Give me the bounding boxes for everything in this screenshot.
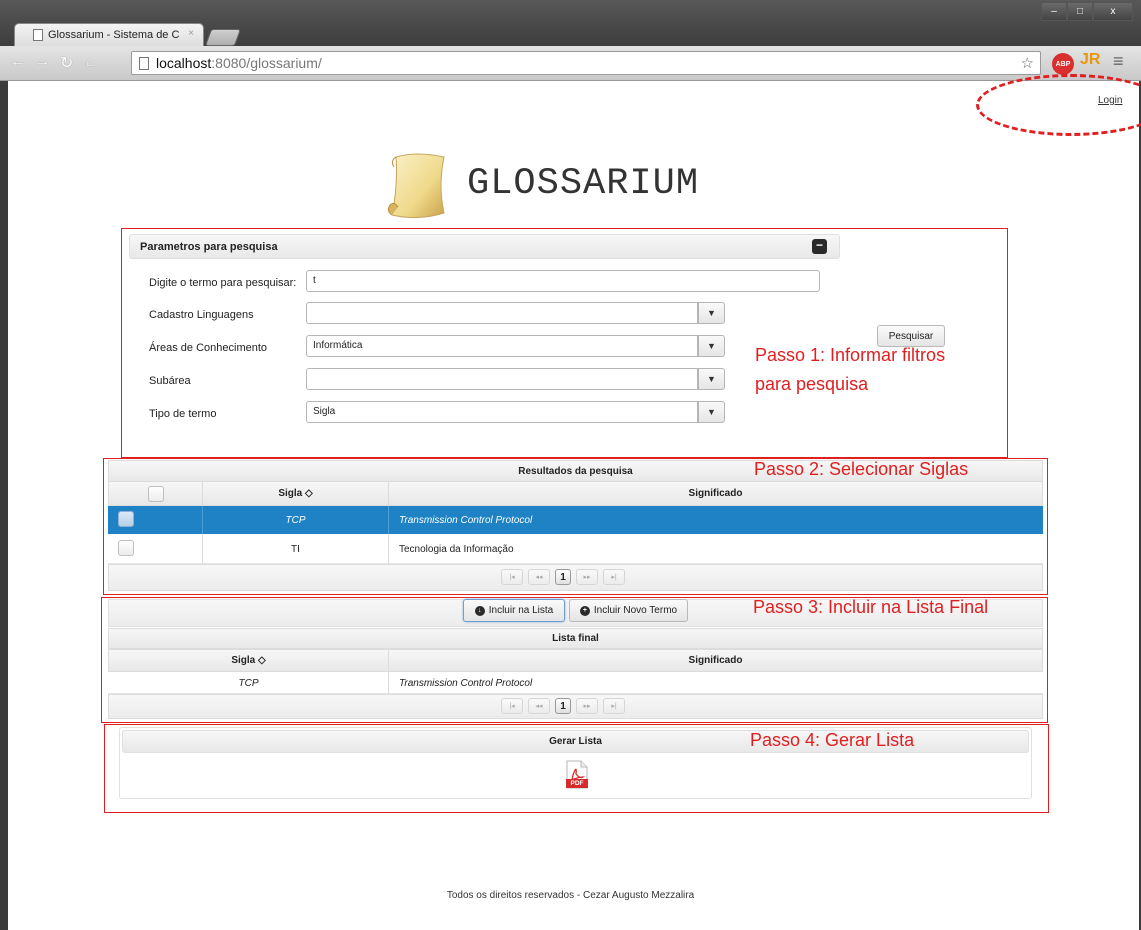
languages-label: Cadastro Linguagens [149,309,254,321]
row-checkbox[interactable] [118,540,134,556]
collapse-panel-icon[interactable]: − [812,239,827,254]
current-page-button[interactable]: 1 [555,698,571,714]
address-bar[interactable]: localhost:8080/glossarium/ ☆ [131,51,1041,75]
chevron-down-icon[interactable]: ▼ [698,401,725,423]
minimize-button[interactable]: – [1041,2,1067,21]
chevron-down-icon[interactable]: ▼ [698,368,725,390]
current-page-button[interactable]: 1 [555,569,571,585]
prev-page-button[interactable]: ◂◂ [528,698,550,714]
sigla-column-header[interactable]: Sigla ◇ [202,481,389,506]
final-list-title: Lista final [552,633,599,644]
final-significado-column-header: Significado [388,649,1043,672]
window-frame-left [0,81,8,930]
reload-icon[interactable]: ↻ [60,53,73,73]
significado-column-header: Significado [388,481,1043,506]
final-row-sigla: TCP [238,677,259,689]
select-all-column [108,481,203,506]
step1-annotation: Passo 1: Informar filtros [755,345,946,365]
select-all-checkbox[interactable] [147,485,164,502]
step1-annotation-line2: para pesquisa [755,374,869,394]
tab-title: Glossarium - Sistema de C [48,29,180,41]
results-title: Resultados da pesquisa [518,465,633,477]
browser-tab[interactable]: Glossarium - Sistema de C × [14,23,204,47]
results-pager: |◂ ◂◂ 1 ▸▸ ▸| [501,569,625,585]
new-tab-button[interactable] [204,29,242,46]
app-title: GLOSSARIUM [467,163,700,205]
term-type-label: Tipo de termo [149,408,217,420]
plus-circle-icon: + [579,605,590,616]
browser-toolbar: ← → ↻ ⌂ localhost:8080/glossarium/ ☆ [0,46,1141,81]
home-icon[interactable]: ⌂ [86,53,94,69]
search-button[interactable]: Pesquisar [877,325,945,347]
adblock-extension-icon[interactable]: ABP [1052,53,1074,75]
forward-icon[interactable]: → [34,53,50,71]
footer-copyright: Todos os direitos reservados - Cezar Aug… [446,890,695,901]
url-host: localhost [156,55,212,71]
url-path: :8080/glossarium/ [211,55,322,71]
browser-chrome: Glossarium - Sistema de C × – □ x ← → ↻ … [0,0,1141,81]
window-controls: – □ x [1041,2,1133,21]
term-input[interactable]: t [306,270,820,292]
final-list-pager: |◂ ◂◂ 1 ▸▸ ▸| [501,698,625,714]
first-page-button[interactable]: |◂ [501,569,523,585]
row-checkbox[interactable] [118,511,134,527]
back-icon[interactable]: ← [10,53,26,71]
scroll-logo-icon [387,153,445,219]
knowledge-area-label: Áreas de Conhecimento [149,342,268,354]
row-significado: Transmission Control Protocol [399,514,533,526]
jr-extension-icon[interactable]: JR [1080,51,1100,69]
pdf-label: PDF [570,780,584,787]
tab-close-icon[interactable]: × [188,28,194,39]
final-sigla-column-header[interactable]: Sigla ◇ [108,649,389,672]
search-panel-title: Parametros para pesquisa [140,241,278,253]
knowledge-area-select[interactable]: Informática [306,335,698,357]
subarea-select[interactable] [306,368,698,390]
bookmark-star-icon[interactable]: ☆ [1021,54,1034,72]
browser-menu-icon[interactable]: ≡ [1113,51,1124,72]
step4-annotation: Passo 4: Gerar Lista [750,730,915,750]
chevron-down-icon[interactable]: ▼ [698,302,725,324]
search-panel-header: Parametros para pesquisa [129,234,840,259]
next-page-button[interactable]: ▸▸ [576,569,598,585]
maximize-button[interactable]: □ [1067,2,1093,21]
final-row-significado: Transmission Control Protocol [399,677,533,689]
row-sigla: TI [291,543,300,555]
chevron-down-icon[interactable]: ▼ [698,335,725,357]
login-link[interactable]: Login [1098,95,1122,106]
first-page-button[interactable]: |◂ [501,698,523,714]
term-type-select[interactable]: Sigla [306,401,698,423]
close-window-button[interactable]: x [1093,2,1133,21]
prev-page-button[interactable]: ◂◂ [528,569,550,585]
download-circle-icon: ↓ [474,605,485,616]
pdf-export-button[interactable]: PDF [566,760,588,789]
last-page-button[interactable]: ▸| [603,698,625,714]
step3-annotation: Passo 3: Incluir na Lista Final [753,597,989,617]
step2-annotation: Passo 2: Selecionar Siglas [754,459,969,479]
add-new-term-button[interactable]: + Incluir Novo Termo [569,599,688,622]
add-to-list-button[interactable]: ↓ Incluir na Lista [463,599,565,622]
next-page-button[interactable]: ▸▸ [576,698,598,714]
subarea-label: Subárea [149,375,191,387]
page-icon [139,57,149,70]
last-page-button[interactable]: ▸| [603,569,625,585]
final-list-title-bar: Lista final [108,628,1043,649]
row-sigla: TCP [285,514,306,526]
row-significado: Tecnologia da Informação [399,543,514,555]
page-icon [33,29,43,41]
languages-select[interactable] [306,302,698,324]
term-label: Digite o termo para pesquisar: [149,277,297,289]
generate-title: Gerar Lista [549,736,602,747]
